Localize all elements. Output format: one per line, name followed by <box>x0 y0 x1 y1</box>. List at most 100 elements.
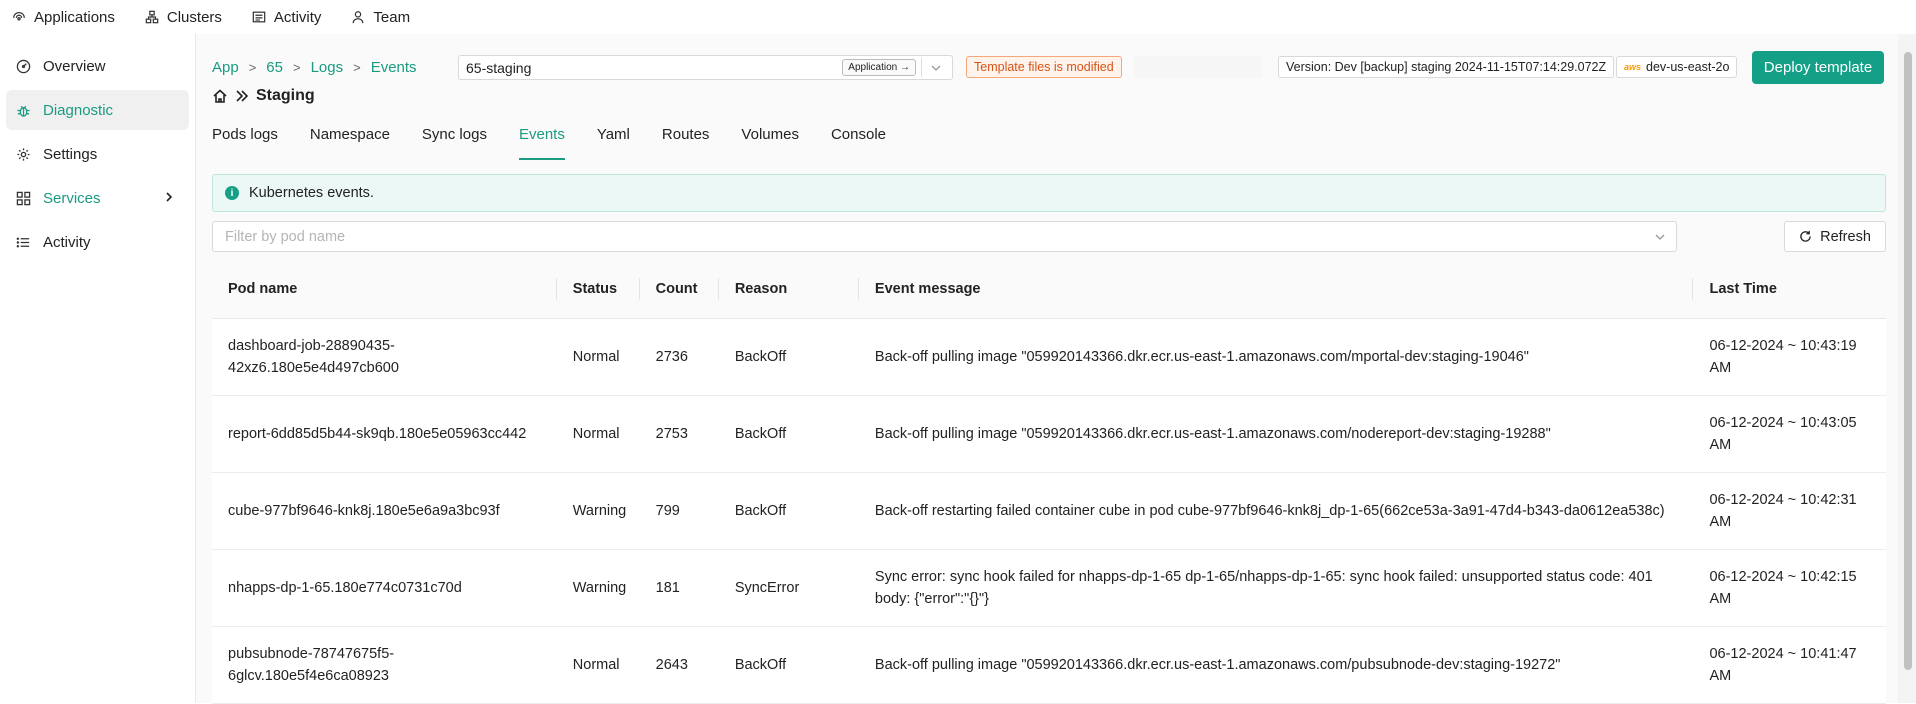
sidebar-item-label: Activity <box>43 233 91 251</box>
info-icon: i <box>225 186 239 200</box>
double-chevron-right-icon <box>236 90 249 102</box>
aws-icon: aws <box>1624 62 1642 72</box>
clusters-icon <box>145 10 159 24</box>
sidebar-item-label: Services <box>43 189 101 207</box>
gear-icon <box>17 147 30 161</box>
tab-console[interactable]: Console <box>831 124 886 164</box>
breadcrumb-app[interactable]: App <box>212 59 239 76</box>
activity-icon <box>252 11 266 23</box>
tab-events[interactable]: Events <box>518 124 565 164</box>
services-icon <box>16 191 31 205</box>
filter-placeholder: Filter by pod name <box>225 228 346 245</box>
cell-count: 181 <box>639 549 719 627</box>
applications-icon <box>13 12 25 21</box>
cell-pod-name: dashboard-job-28890435-42xz6.180e5e4d497… <box>212 318 557 396</box>
list-icon <box>16 237 30 247</box>
template-modified-badge: Template files is modified <box>966 56 1122 78</box>
breadcrumb-logs[interactable]: Logs <box>311 59 344 76</box>
chevron-down-icon <box>1655 234 1665 240</box>
table-row: report-6dd85d5b44-sk9qb.180e5e05963cc442… <box>212 395 1886 473</box>
cell-pod-name: cube-977bf9646-knk8j.180e5e6a9a3bc93f <box>212 472 557 550</box>
tab-volumes[interactable]: Volumes <box>741 124 799 164</box>
table-row: pubsubnode-78747675f5-6glcv.180e5f4e6ca0… <box>212 626 1886 704</box>
tab-yaml[interactable]: Yaml <box>597 124 630 164</box>
cell-message: Back-off pulling image "059920143366.dkr… <box>858 395 1694 473</box>
placeholder-pill <box>1134 56 1262 78</box>
cell-status: Normal <box>556 318 640 396</box>
cell-reason: BackOff <box>718 472 859 550</box>
cell-reason: BackOff <box>718 395 859 473</box>
cell-count: 2736 <box>639 318 719 396</box>
cell-pod-name: report-6dd85d5b44-sk9qb.180e5e05963cc442 <box>212 395 557 473</box>
refresh-icon <box>1800 230 1811 242</box>
team-icon <box>352 11 364 24</box>
sidebar-item-overview[interactable]: Overview <box>6 46 189 86</box>
cell-count: 2643 <box>639 626 719 704</box>
deploy-template-button[interactable]: Deploy template <box>1752 51 1884 84</box>
chevron-right-icon: > <box>248 59 257 75</box>
chevron-right-icon: > <box>292 59 301 75</box>
tab-sync-logs[interactable]: Sync logs <box>422 124 487 164</box>
environment-select[interactable]: 65-staging Application → <box>458 55 953 80</box>
cell-reason: BackOff <box>718 318 859 396</box>
pod-filter-select[interactable]: Filter by pod name <box>212 221 1677 252</box>
page-title: Staging <box>256 87 315 104</box>
cell-pod-name: nhapps-dp-1-65.180e774c0731c70d <box>212 549 557 627</box>
cell-count: 2753 <box>639 395 719 473</box>
sidebar-item-activity[interactable]: Activity <box>6 222 189 262</box>
cell-message: Sync error: sync hook failed for nhapps-… <box>858 549 1694 627</box>
environment-value: 65-staging <box>466 59 532 76</box>
cell-reason: BackOff <box>718 626 859 704</box>
version-badge[interactable]: Version: Dev [backup] staging 2024-11-15… <box>1278 56 1615 78</box>
table-row: dashboard-job-28890435-42xz6.180e5e4d497… <box>212 318 1886 396</box>
cell-count: 799 <box>639 472 719 550</box>
cell-last-time: 06-12-2024 ~ 10:43:19 AM <box>1693 318 1886 396</box>
cell-message: Back-off pulling image "059920143366.dkr… <box>858 318 1694 396</box>
table-header-row: Pod name Status Count Reason Event messa… <box>212 260 1886 319</box>
cluster-name: dev-us-east-2o <box>1646 60 1730 74</box>
topnav-applications[interactable]: Applications <box>12 9 115 26</box>
column-header: Count <box>639 260 719 319</box>
events-table: Pod name Status Count Reason Event messa… <box>212 260 1886 704</box>
topnav-team[interactable]: Team <box>351 9 410 26</box>
dashboard-icon <box>16 59 31 73</box>
breadcrumb-events[interactable]: Events <box>371 59 417 76</box>
sidebar-item-diagnostic[interactable]: Diagnostic <box>6 90 189 130</box>
cluster-badge[interactable]: aws dev-us-east-2o <box>1616 56 1738 78</box>
cell-last-time: 06-12-2024 ~ 10:43:05 AM <box>1693 395 1886 473</box>
topnav-label: Clusters <box>166 8 222 26</box>
topnav-label: Activity <box>273 8 322 26</box>
column-header: Event message <box>858 260 1694 319</box>
sidebar-item-settings[interactable]: Settings <box>6 134 189 174</box>
tab-routes[interactable]: Routes <box>662 124 710 164</box>
tab-namespace[interactable]: Namespace <box>310 124 390 164</box>
info-text: Kubernetes events. <box>249 185 374 201</box>
cell-status: Warning <box>556 549 640 627</box>
main-content: App > 65 > Logs > Events 65-staging Appl… <box>196 34 1898 704</box>
cell-last-time: 06-12-2024 ~ 10:42:15 AM <box>1693 549 1886 627</box>
tab-pods-logs[interactable]: Pods logs <box>212 124 278 164</box>
column-header: Pod name <box>212 260 557 319</box>
refresh-button[interactable]: Refresh <box>1784 221 1886 252</box>
chevron-right-icon <box>166 192 173 202</box>
chevron-down-icon[interactable] <box>930 62 942 74</box>
breadcrumb: App > 65 > Logs > Events <box>212 59 417 76</box>
column-header: Status <box>556 260 640 319</box>
cell-status: Warning <box>556 472 640 550</box>
home-icon[interactable] <box>212 88 228 104</box>
application-link-button[interactable]: Application → <box>842 59 916 76</box>
sidebar: Overview Diagnostic Settings Services Ac… <box>0 34 196 703</box>
breadcrumb-65[interactable]: 65 <box>266 59 283 76</box>
sidebar-item-services[interactable]: Services <box>6 178 189 218</box>
cell-pod-name: pubsubnode-78747675f5-6glcv.180e5f4e6ca0… <box>212 626 557 704</box>
page-title-row: Staging <box>212 87 315 105</box>
cell-status: Normal <box>556 626 640 704</box>
sidebar-item-label: Diagnostic <box>43 101 114 119</box>
cell-reason: SyncError <box>718 549 859 627</box>
cell-last-time: 06-12-2024 ~ 10:42:31 AM <box>1693 472 1886 550</box>
topnav-activity[interactable]: Activity <box>252 8 322 26</box>
cell-last-time: 06-12-2024 ~ 10:41:47 AM <box>1693 626 1886 704</box>
table-row: cube-977bf9646-knk8j.180e5e6a9a3bc93f Wa… <box>212 472 1886 550</box>
topnav-clusters[interactable]: Clusters <box>145 9 222 26</box>
scrollbar-thumb[interactable] <box>1904 52 1912 670</box>
